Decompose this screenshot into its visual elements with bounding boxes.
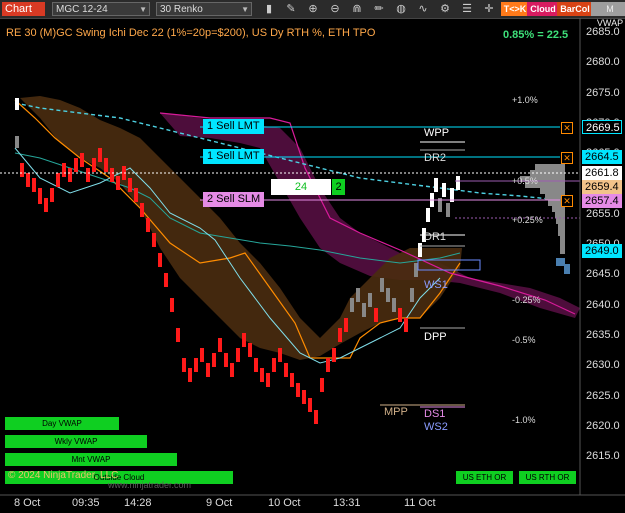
barcol-toggle-button[interactable]: BarCol <box>557 2 593 16</box>
price-tag-last: 2661.8 <box>582 166 622 180</box>
ruler-icon[interactable]: ✎ <box>284 2 298 16</box>
pct-level-minus-05: -0.5% <box>512 335 536 345</box>
y-tick-label: 2645.0 <box>586 268 620 281</box>
watermark-text: www.ninjatrader.com <box>108 480 192 490</box>
weekly-vwap-button[interactable]: Wkly VWAP <box>5 435 147 448</box>
chart-menu-button[interactable]: Chart <box>2 2 45 16</box>
chart-toolbar: Chart MGC 12-24 ▼ 30 Renko ▼ ▮ ✎ ⊕ ⊖ ⋒ ✏… <box>0 0 625 28</box>
price-tag-cyan: 2649.0 <box>582 244 622 258</box>
cancel-order-icon[interactable]: ✕ <box>561 122 573 134</box>
order-label-sell-lmt-2[interactable]: 1 Sell LMT <box>203 149 264 164</box>
y-tick-label: 2640.0 <box>586 298 620 311</box>
pencil-icon[interactable]: ✏ <box>372 2 386 16</box>
chart-title: RE 30 (M)GC Swing Ichi Dec 22 (1%=20p=$2… <box>6 27 376 39</box>
us-eth-or-button[interactable]: US ETH OR <box>456 471 513 484</box>
y-tick-label: 2620.0 <box>586 419 620 432</box>
level-ws1: WS1 <box>424 279 448 291</box>
x-tick-5: 10 Oct <box>268 497 301 509</box>
y-tick-label: 2615.0 <box>586 450 620 463</box>
quantity-field[interactable]: 24 <box>271 179 331 195</box>
cross-icon[interactable]: ✛ <box>482 2 496 16</box>
x-tick-1: 8 Oct <box>14 497 41 509</box>
price-tag-sell-lmt-2: 2664.5 <box>582 150 622 164</box>
level-ds1: DS1 <box>424 408 446 420</box>
pct-level-minus-025: -0.25% <box>512 295 541 305</box>
indicator-icon[interactable]: ∿ <box>416 2 430 16</box>
order-label-sell-lmt-1[interactable]: 1 Sell LMT <box>203 119 264 134</box>
properties-icon[interactable]: ☰ <box>460 2 474 16</box>
pct-level-plus-1: +1.0% <box>512 95 538 105</box>
x-tick-6: 13:31 <box>333 497 361 509</box>
instrument-selector[interactable]: MGC 12-24 ▼ <box>52 2 150 16</box>
pct-level-plus-025: +0.25% <box>512 215 543 225</box>
position-quantity-badge[interactable]: 2 <box>332 179 345 195</box>
percent-readout: 0.85% = 22.5 <box>503 29 569 41</box>
price-tag-kijun: 2659.4 <box>582 180 622 194</box>
instrument-value: MGC 12-24 <box>56 4 108 15</box>
level-dr1: DR1 <box>424 231 447 243</box>
pct-level-minus-1: -1.0% <box>512 415 536 425</box>
zoom-out-icon[interactable]: ⊖ <box>328 2 342 16</box>
magnet-icon[interactable]: ⋒ <box>350 2 364 16</box>
tk-toggle-button[interactable]: T<>K <box>501 2 529 16</box>
level-mpp: MPP <box>384 406 408 418</box>
strategy-icon[interactable]: ⚙ <box>438 2 452 16</box>
y-tick-label: 2655.0 <box>586 207 620 220</box>
cancel-order-icon[interactable]: ✕ <box>561 152 573 164</box>
y-tick-label: 2625.0 <box>586 389 620 402</box>
bar-type-value: 30 Renko <box>160 4 203 15</box>
level-dr2: DR2 <box>424 152 447 164</box>
level-dpp: DPP <box>424 331 447 343</box>
us-rth-or-button[interactable]: US RTH OR <box>519 471 576 484</box>
zoom-in-icon[interactable]: ⊕ <box>306 2 320 16</box>
price-tag-sell-lmt-1: 2669.5 <box>582 120 622 134</box>
copyright-text: © 2024 NinjaTrader, LLC <box>8 470 119 481</box>
bar-type-selector[interactable]: 30 Renko ▼ <box>156 2 252 16</box>
y-tick-label: 2685.0 <box>586 26 620 38</box>
cancel-order-icon[interactable]: ✕ <box>561 195 573 207</box>
x-tick-4: 9 Oct <box>206 497 233 509</box>
bar-style-icon[interactable]: ▮ <box>262 2 276 16</box>
price-tag-sell-slm: 2657.4 <box>582 194 622 208</box>
x-tick-2: 09:35 <box>72 497 100 509</box>
y-tick-label: 2630.0 <box>586 359 620 372</box>
x-tick-3: 14:28 <box>124 497 152 509</box>
chevron-down-icon: ▼ <box>241 5 249 14</box>
y-tick-label: 2680.0 <box>586 56 620 69</box>
pct-level-plus-05: +0.5% <box>512 176 538 186</box>
y-tick-label: 2675.0 <box>586 86 620 99</box>
level-wpp: WPP <box>424 127 450 139</box>
cloud-toggle-button[interactable]: Cloud <box>527 2 559 16</box>
x-tick-7: 11 Oct <box>404 497 436 509</box>
monthly-vwap-button[interactable]: Mnt VWAP <box>5 453 177 466</box>
globe-icon[interactable]: ◍ <box>394 2 408 16</box>
day-vwap-button[interactable]: Day VWAP <box>5 417 119 430</box>
chevron-down-icon: ▼ <box>139 5 147 14</box>
level-ws2: WS2 <box>424 421 448 433</box>
order-label-sell-slm[interactable]: 2 Sell SLM <box>203 192 265 207</box>
mvwap-toggle-button[interactable]: M VWAP <box>591 2 625 28</box>
y-tick-label: 2635.0 <box>586 329 620 341</box>
